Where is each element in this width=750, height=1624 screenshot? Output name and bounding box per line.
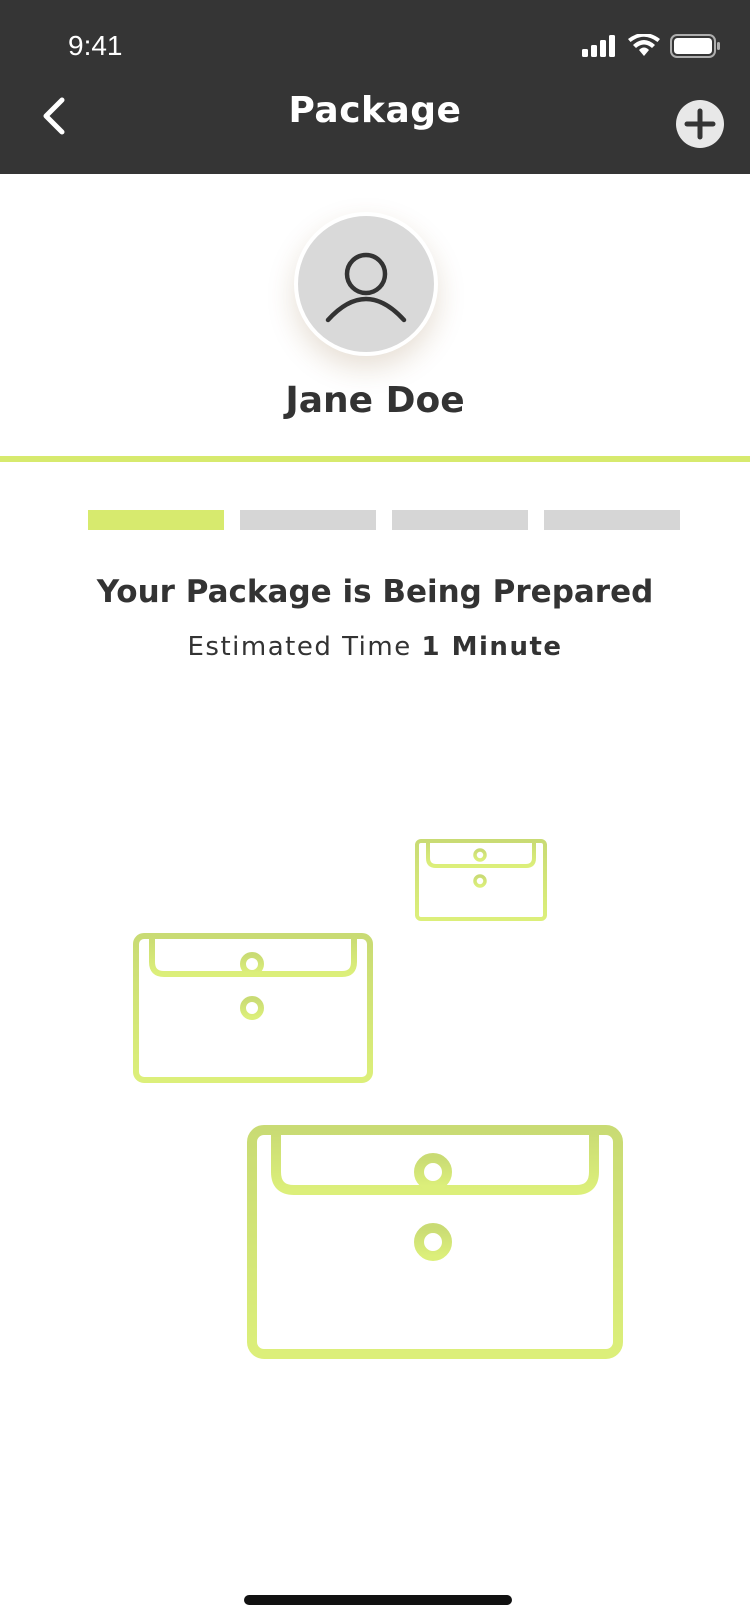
envelope-icon xyxy=(247,1125,623,1359)
user-name: Jane Doe xyxy=(285,380,465,421)
progress-step xyxy=(544,510,680,530)
progress-step xyxy=(392,510,528,530)
envelope-icon xyxy=(415,839,547,921)
user-icon xyxy=(325,252,407,323)
progress-steps xyxy=(88,510,680,530)
add-button[interactable] xyxy=(676,100,724,148)
progress-step xyxy=(240,510,376,530)
status-heading: Your Package is Being Prepared xyxy=(96,574,654,610)
status-time: 9:41 xyxy=(68,30,123,61)
home-indicator[interactable] xyxy=(244,1595,512,1605)
wifi-icon xyxy=(628,34,660,56)
page-title: Package xyxy=(288,90,462,131)
envelope-icon xyxy=(133,933,373,1083)
estimated-time: Estimated Time 1 Minute xyxy=(0,632,750,662)
accent-divider xyxy=(0,456,750,462)
signal-icon xyxy=(582,35,615,57)
progress-step xyxy=(88,510,224,530)
battery-icon xyxy=(670,34,720,58)
eta-value: 1 Minute xyxy=(421,632,563,662)
nav-header: 9:41 Package xyxy=(0,0,750,174)
avatar[interactable] xyxy=(294,212,438,356)
eta-label: Estimated Time xyxy=(187,632,412,662)
profile-section: Jane Doe xyxy=(0,174,750,460)
status-icons xyxy=(582,34,720,58)
plus-circle-icon xyxy=(684,108,716,140)
